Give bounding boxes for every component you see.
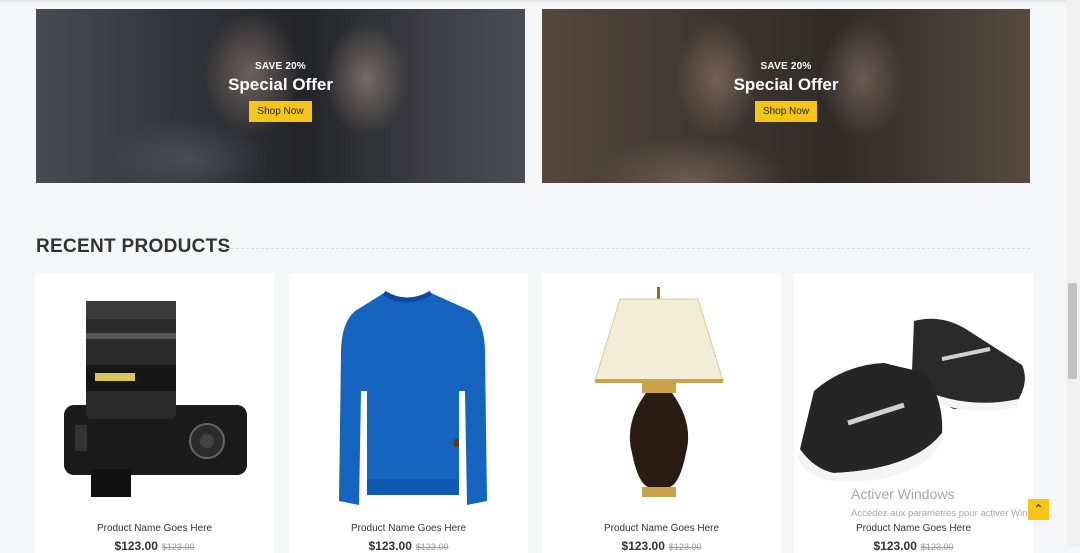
product-name[interactable]: Product Name Goes Here bbox=[289, 523, 528, 534]
product-card-lamp[interactable]: Product Name Goes Here $123.00 $123.00 bbox=[542, 273, 781, 553]
old-price: $123.00 bbox=[161, 542, 195, 552]
watermark-line-2: Accédez aux paramètres pour activer Wind… bbox=[851, 508, 1053, 519]
top-divider bbox=[0, 0, 1080, 2]
scrollbar-thumb[interactable] bbox=[1068, 283, 1077, 379]
recent-products-heading: RECENT PRODUCTS bbox=[36, 236, 231, 257]
current-price: $123.00 bbox=[368, 539, 412, 553]
lamp-image bbox=[594, 287, 724, 497]
old-price: $123.00 bbox=[668, 542, 702, 552]
banner-save-label: SAVE 20% bbox=[255, 61, 306, 72]
product-card-sweater[interactable]: Product Name Goes Here $123.00 $123.00 bbox=[289, 273, 528, 553]
product-price: $123.00 $123.00 bbox=[289, 539, 528, 553]
product-name[interactable]: Product Name Goes Here bbox=[794, 523, 1033, 534]
watermark-line-1: Activer Windows bbox=[851, 486, 955, 502]
camera-image bbox=[64, 301, 247, 497]
special-offer-banner-1[interactable]: SAVE 20% Special Offer Shop Now bbox=[36, 9, 525, 183]
windows-activation-watermark: Activer Windows Accédez aux paramètres p… bbox=[851, 486, 1052, 519]
double-chevron-up-icon: ⌃ bbox=[1033, 502, 1044, 516]
shop-now-button[interactable]: Shop Now bbox=[754, 101, 818, 122]
banner-save-label: SAVE 20% bbox=[760, 61, 812, 72]
old-price: $123.00 bbox=[415, 542, 449, 552]
heading-divider bbox=[216, 248, 1030, 249]
product-card-camera[interactable]: Product Name Goes Here $123.00 $123.00 bbox=[35, 273, 274, 553]
product-price: $123.00 $123.00 bbox=[542, 539, 781, 553]
product-price: $123.00 $123.00 bbox=[794, 539, 1033, 553]
current-price: $123.00 bbox=[621, 539, 665, 553]
back-to-top-button[interactable]: ⌃ bbox=[1028, 499, 1049, 520]
product-price: $123.00 $123.00 bbox=[35, 539, 274, 553]
sweater-image bbox=[339, 290, 487, 505]
sneakers-image bbox=[798, 318, 1025, 482]
special-offer-banner-2[interactable]: SAVE 20% Special Offer Shop Now bbox=[542, 9, 1030, 183]
banner-title: Special Offer bbox=[228, 75, 333, 94]
product-name[interactable]: Product Name Goes Here bbox=[542, 523, 781, 534]
scrollbar-track[interactable] bbox=[1066, 0, 1080, 547]
shop-now-button[interactable]: Shop Now bbox=[249, 101, 312, 122]
banner-title: Special Offer bbox=[733, 75, 839, 94]
current-price: $123.00 bbox=[873, 539, 917, 553]
product-name[interactable]: Product Name Goes Here bbox=[35, 523, 274, 534]
old-price: $123.00 bbox=[920, 542, 954, 552]
current-price: $123.00 bbox=[114, 539, 158, 553]
